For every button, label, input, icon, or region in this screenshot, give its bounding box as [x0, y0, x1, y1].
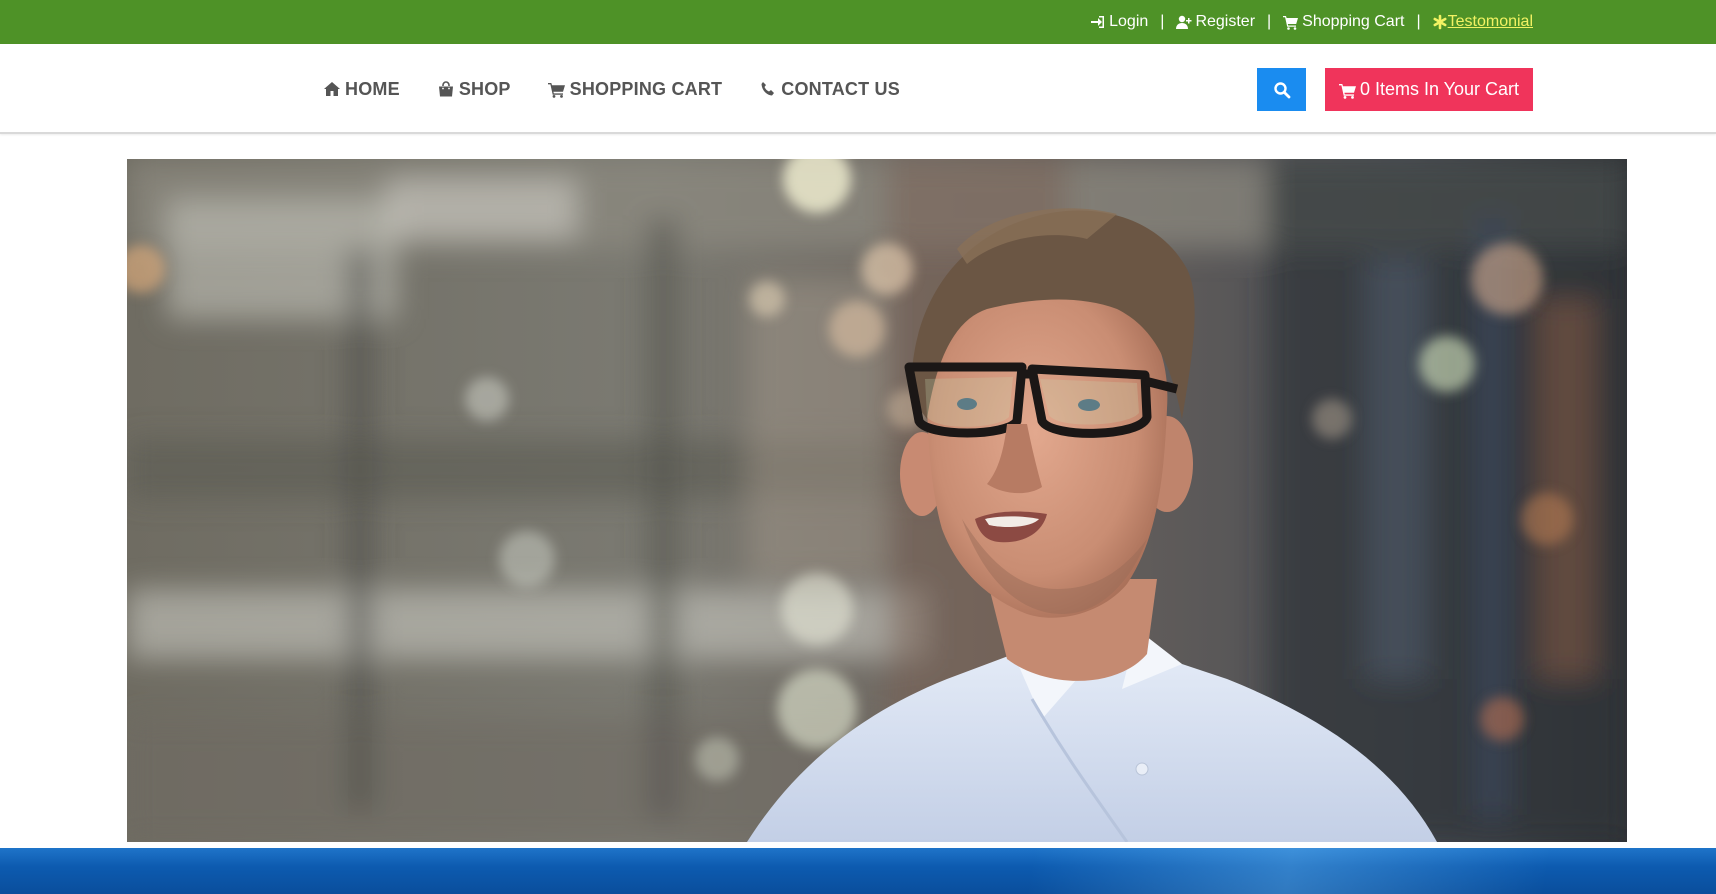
footer-band-sheen — [0, 848, 1716, 894]
nav-item-contact-us[interactable]: CONTACT US — [759, 79, 900, 100]
nav-item-shop[interactable]: SHOP — [437, 79, 511, 100]
nav-item-home[interactable]: HOME — [323, 79, 400, 100]
separator: | — [1416, 13, 1421, 30]
shopping-cart-link[interactable]: Shopping Cart — [1283, 13, 1404, 31]
shopping-cart-label: Shopping Cart — [1302, 13, 1405, 30]
nav-item-label: SHOPPING CART — [569, 78, 723, 99]
separator: | — [1160, 13, 1165, 30]
nav-item-shopping-cart[interactable]: SHOPPING CART — [547, 78, 723, 100]
login-link[interactable]: Login — [1090, 13, 1148, 31]
cart-icon — [1283, 14, 1299, 30]
main-menu: HOME SHOP SHOPPING CART CONTACT US — [323, 44, 937, 134]
testimonial-link[interactable]: Testomonial — [1433, 13, 1533, 31]
home-icon — [323, 80, 341, 98]
asterisk-icon — [1433, 14, 1447, 30]
main-navbar: HOME SHOP SHOPPING CART CONTACT US 0 Ite… — [0, 44, 1716, 134]
login-label: Login — [1109, 13, 1149, 30]
hero-video-frame — [127, 159, 1627, 842]
nav-item-label: SHOP — [458, 78, 511, 99]
sign-in-icon — [1090, 14, 1106, 30]
shopping-bag-icon — [437, 80, 455, 98]
search-icon — [1273, 81, 1291, 99]
cart-summary-label: 0 Items In Your Cart — [1359, 79, 1520, 99]
testimonial-label: Testomonial — [1447, 13, 1533, 30]
register-link[interactable]: Register — [1176, 13, 1255, 31]
register-label: Register — [1195, 13, 1256, 30]
cart-icon — [547, 80, 566, 98]
phone-icon — [759, 80, 777, 98]
hero-video[interactable] — [127, 159, 1627, 842]
cart-summary-button[interactable]: 0 Items In Your Cart — [1325, 68, 1533, 111]
top-utility-links: Login | Register | Shopping Cart | Testo… — [1090, 0, 1533, 44]
nav-item-label: HOME — [345, 78, 400, 99]
search-button[interactable] — [1257, 68, 1306, 111]
nav-item-label: CONTACT US — [781, 78, 900, 99]
cart-icon — [1338, 81, 1357, 99]
user-plus-icon — [1176, 14, 1192, 30]
footer-band — [0, 848, 1716, 894]
top-utility-bar: Login | Register | Shopping Cart | Testo… — [0, 0, 1716, 44]
separator: | — [1267, 13, 1272, 30]
